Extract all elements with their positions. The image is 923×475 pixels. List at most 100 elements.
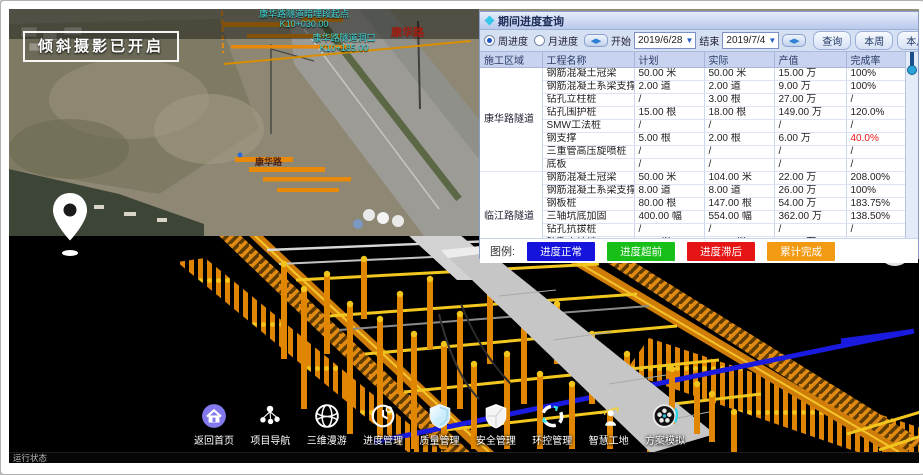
- progress-table-wrap: 施工区域 工程名称 计划 实际 产值 完成率 康华路隧道钢筋混凝土冠梁50.00…: [480, 52, 918, 238]
- col-header-rate[interactable]: 完成率: [846, 52, 908, 68]
- toolbar-label: 返回首页: [194, 432, 234, 447]
- table-cell: 15.00 万: [774, 68, 846, 81]
- table-cell: 50.00 米: [634, 68, 704, 81]
- chainage-start-text: 康华路隧道暗埋段起点: [204, 9, 404, 19]
- toolbar-item-roam[interactable]: 三维漫游: [300, 403, 354, 447]
- query-button[interactable]: 查询: [813, 31, 851, 50]
- table-cell: /: [704, 146, 774, 159]
- table-row[interactable]: SMW工法桩////: [480, 120, 908, 133]
- toolbar-item-safety[interactable]: 安全管理: [469, 403, 523, 447]
- safety-icon: [483, 403, 509, 429]
- table-cell: 50.00 米: [634, 172, 704, 185]
- table-cell: 钢筋混凝土系梁支撑: [542, 81, 634, 94]
- table-cell: 100%: [846, 81, 908, 94]
- table-cell: 80.00 根: [634, 198, 704, 211]
- roam-icon: [314, 403, 340, 429]
- table-cell: /: [704, 224, 774, 237]
- table-cell: /: [774, 120, 846, 133]
- legend-item: 进度超前: [607, 242, 675, 261]
- toolbar-item-environment[interactable]: 环控管理: [525, 403, 579, 447]
- simulation-icon: [652, 403, 678, 429]
- table-cell: 14.00 根: [704, 237, 774, 239]
- legend-item: 累计完成: [767, 242, 835, 261]
- table-row[interactable]: 三轴坑底加固400.00 幅554.00 幅362.00 万138.50%: [480, 211, 908, 224]
- date-slider-right[interactable]: ◀▶: [782, 34, 806, 47]
- road-name-label-small: 康华路: [255, 155, 282, 168]
- table-row[interactable]: 钻孔立柱桩2.00 根14.00 根67.00 万700%: [480, 237, 908, 239]
- col-header-value[interactable]: 产值: [774, 52, 846, 68]
- table-row[interactable]: 三重管高压旋喷桩////: [480, 146, 908, 159]
- progress-query-panel: 期间进度查询 周进度 月进度 ◀▶ 开始 2019/6/28 ▼ 结束 2019…: [479, 11, 919, 259]
- table-cell: /: [634, 146, 704, 159]
- toolbar-item-simulation[interactable]: 方案模拟: [638, 403, 692, 447]
- table-cell: /: [846, 94, 908, 107]
- table-row[interactable]: 钢板桩80.00 根147.00 根54.00 万183.75%: [480, 198, 908, 211]
- table-cell: 100%: [846, 68, 908, 81]
- table-cell: 149.00 万: [774, 107, 846, 120]
- status-bar: 运行状态: [9, 452, 919, 463]
- toolbar-label: 质量管理: [420, 432, 460, 447]
- table-cell: 400.00 幅: [634, 211, 704, 224]
- chevron-down-icon: ▼: [686, 36, 694, 45]
- app-canvas: 倾斜摄影已开启 康华路隧道暗埋段起点 K10+030.00 康华路隧道洞口 K1…: [9, 9, 919, 463]
- query-button[interactable]: 本周: [855, 31, 893, 50]
- table-row[interactable]: 钢筋混凝土系梁支撑2.00 道2.00 道9.00 万100%: [480, 81, 908, 94]
- table-row[interactable]: 钻孔立柱桩/3.00 根27.00 万/: [480, 94, 908, 107]
- toolbar-label: 进度管理: [363, 432, 403, 447]
- area-cell: 临江路隧道: [480, 172, 542, 239]
- table-row[interactable]: 钻孔围护桩15.00 根18.00 根149.00 万120.0%: [480, 107, 908, 120]
- col-header-actual[interactable]: 实际: [704, 52, 774, 68]
- toolbar-label: 方案模拟: [645, 432, 685, 447]
- toolbar-item-project-nav[interactable]: 项目导航: [243, 403, 297, 447]
- week-progress-label: 周进度: [498, 33, 528, 48]
- table-cell: /: [634, 94, 704, 107]
- toolbar-item-quality[interactable]: 质量管理: [413, 403, 467, 447]
- table-row[interactable]: 钢筋混凝土系梁支撑8.00 道8.00 道26.00 万100%: [480, 185, 908, 198]
- table-cell: 8.00 道: [634, 185, 704, 198]
- table-row[interactable]: 康华路隧道钢筋混凝土冠梁50.00 米50.00 米15.00 万100%: [480, 68, 908, 81]
- table-cell: 钢支撑: [542, 133, 634, 146]
- toolbar-item-progress[interactable]: 进度管理: [356, 403, 410, 447]
- table-scrollbar[interactable]: [905, 52, 918, 238]
- week-progress-radio[interactable]: [484, 35, 495, 46]
- table-cell: /: [704, 120, 774, 133]
- toolbar-label: 智慧工地: [589, 432, 629, 447]
- month-progress-radio[interactable]: [534, 35, 545, 46]
- table-cell: 100%: [846, 185, 908, 198]
- table-cell: 362.00 万: [774, 211, 846, 224]
- table-row[interactable]: 钢支撑5.00 根2.00 根6.00 万40.0%: [480, 133, 908, 146]
- col-header-area[interactable]: 施工区域: [480, 52, 542, 68]
- table-row[interactable]: 临江路隧道钢筋混凝土冠梁50.00 米104.00 米22.00 万208.00…: [480, 172, 908, 185]
- start-date-select[interactable]: 2019/6/28 ▼: [634, 32, 696, 49]
- table-cell: /: [774, 159, 846, 172]
- table-row[interactable]: 钻孔抗拔桩////: [480, 224, 908, 237]
- table-cell: 钻孔立柱桩: [542, 237, 634, 239]
- table-cell: 120.0%: [846, 107, 908, 120]
- col-header-plan[interactable]: 计划: [634, 52, 704, 68]
- app-window: 倾斜摄影已开启 康华路隧道暗埋段起点 K10+030.00 康华路隧道洞口 K1…: [0, 0, 923, 475]
- table-cell: 18.00 根: [704, 107, 774, 120]
- col-header-name[interactable]: 工程名称: [542, 52, 634, 68]
- date-slider-left[interactable]: ◀▶: [584, 34, 608, 47]
- table-cell: 三重管高压旋喷桩: [542, 146, 634, 159]
- panel-title-bar: 期间进度查询: [480, 12, 918, 30]
- table-cell: 2.00 道: [634, 81, 704, 94]
- panel-title: 期间进度查询: [498, 13, 564, 29]
- table-row[interactable]: 底板////: [480, 159, 908, 172]
- project-nav-icon: [257, 403, 283, 429]
- legend-item: 进度正常: [527, 242, 595, 261]
- progress-table: 施工区域 工程名称 计划 实际 产值 完成率 康华路隧道钢筋混凝土冠梁50.00…: [480, 52, 909, 238]
- query-button[interactable]: 本月: [897, 31, 918, 50]
- table-cell: 底板: [542, 159, 634, 172]
- scrollbar-knob[interactable]: [907, 65, 917, 75]
- area-cell: 康华路隧道: [480, 68, 542, 172]
- toolbar-item-smart-site[interactable]: 智慧工地: [582, 403, 636, 447]
- table-cell: /: [774, 224, 846, 237]
- map-pin-icon[interactable]: [47, 191, 93, 257]
- toolbar-item-home[interactable]: 返回首页: [187, 403, 241, 447]
- table-cell: 50.00 米: [704, 68, 774, 81]
- query-buttons-group: 查询本周本月下周计划下月计划: [809, 31, 918, 50]
- end-date-select[interactable]: 2019/7/4 ▼: [722, 32, 779, 49]
- table-header-row: 施工区域 工程名称 计划 实际 产值 完成率: [480, 52, 908, 68]
- toolbar-label: 三维漫游: [307, 432, 347, 447]
